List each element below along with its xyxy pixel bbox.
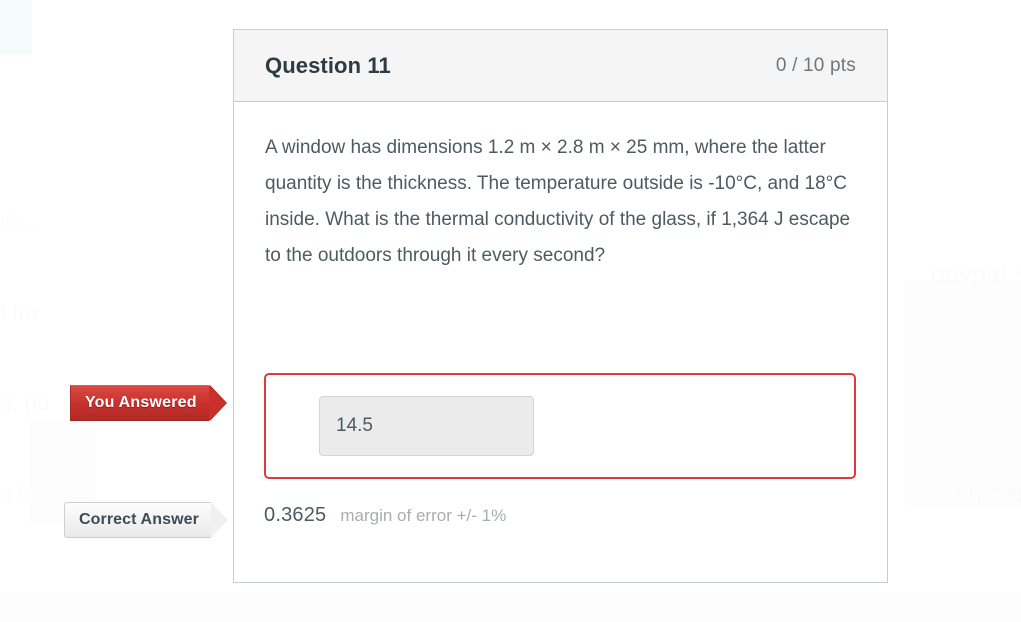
question-header: Question 11 0 / 10 pts — [234, 30, 887, 102]
correct-answer-badge: Correct Answer — [64, 502, 228, 538]
background-band-bottom — [0, 592, 1021, 622]
background-ghost-text-left-1: tio.. — [0, 210, 36, 235]
background-ghost-text-left-3: e, pu — [0, 390, 49, 415]
correct-answer-badge-arrow-icon — [209, 502, 228, 538]
margin-of-error-label: margin of error +/- 1% — [340, 506, 507, 525]
question-text: A window has dimensions 1.2 m × 2.8 m × … — [265, 137, 851, 266]
you-answered-badge-label: You Answered — [70, 385, 209, 421]
background-tint-topleft — [0, 0, 32, 55]
background-ghost-text-left-2: t fro — [0, 300, 38, 325]
you-answered-badge: You Answered — [70, 385, 226, 421]
question-score: 0 / 10 pts — [775, 54, 856, 76]
question-body: A window has dimensions 1.2 m × 2.8 m × … — [234, 102, 887, 274]
background-block-right — [905, 280, 1021, 510]
correct-answer-row: 0.3625 margin of error +/- 1% — [264, 504, 506, 527]
background-ghost-text-right-2: when can we — [920, 478, 1021, 508]
correct-answer-value: 0.3625 — [264, 504, 327, 526]
background-ghost-text-left-4: u to — [0, 480, 37, 505]
you-answered-badge-arrow-icon — [208, 385, 226, 421]
answered-response-box: 14.5 — [264, 373, 856, 479]
question-card: Question 11 0 / 10 pts A window has dime… — [233, 29, 888, 583]
background-ghost-text-right-1: paypal + fiv — [930, 258, 1021, 288]
answer-input[interactable]: 14.5 — [319, 396, 534, 456]
correct-answer-badge-label: Correct Answer — [64, 502, 211, 538]
question-title: Question 11 — [265, 52, 391, 78]
